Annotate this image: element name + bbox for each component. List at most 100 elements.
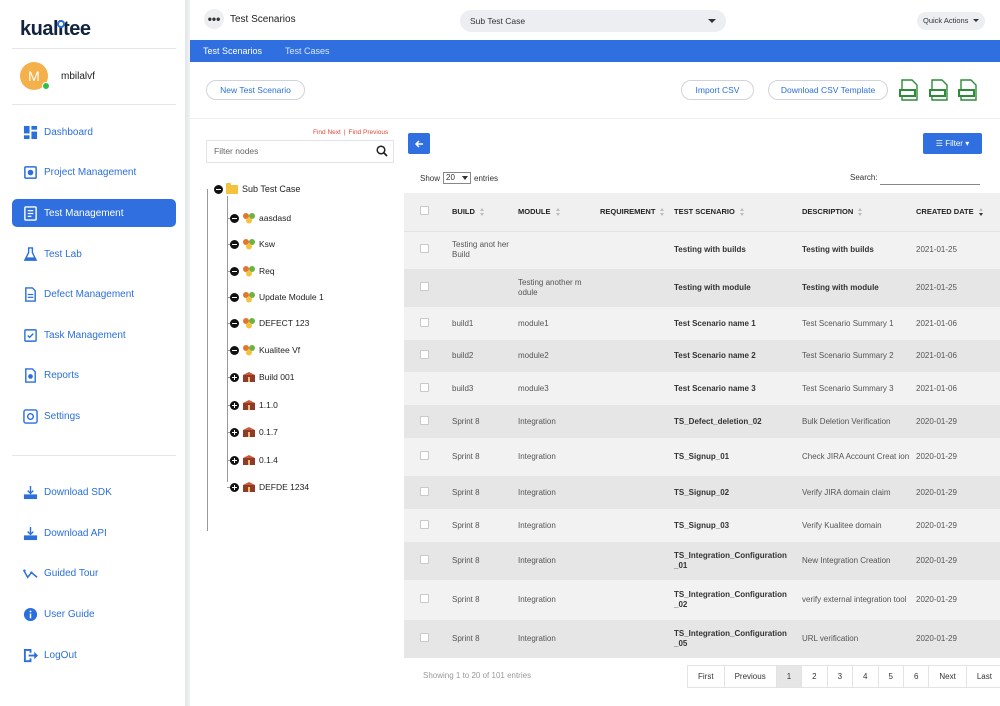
sidebar-item-test-lab[interactable]: Test Lab: [12, 240, 176, 268]
column-header-description[interactable]: DESCRIPTION: [796, 193, 910, 232]
sidebar-item-reports[interactable]: Reports: [12, 361, 176, 389]
context-select[interactable]: Sub Test Case: [460, 10, 726, 32]
collapse-icon[interactable]: [230, 292, 239, 302]
tree-root[interactable]: Sub Test Case: [214, 182, 300, 194]
more-options-button[interactable]: •••: [204, 9, 224, 29]
cell-test-scenario[interactable]: TS_Signup_03: [668, 509, 796, 542]
cell-test-scenario[interactable]: TS_Defect_deletion_02: [668, 405, 796, 438]
tree-node[interactable]: Kualitee Vf: [230, 344, 300, 356]
row-checkbox[interactable]: [420, 519, 429, 529]
cell-test-scenario[interactable]: Test Scenario name 2: [668, 340, 796, 372]
sidebar-item-test-management[interactable]: Test Management: [12, 199, 176, 227]
tree-node[interactable]: 0.1.7: [230, 426, 278, 438]
row-checkbox[interactable]: [420, 594, 429, 603]
import-csv-button[interactable]: Import CSV: [681, 80, 754, 100]
row-checkbox[interactable]: [420, 633, 429, 642]
page-button-2[interactable]: 2: [802, 666, 828, 687]
tree-node[interactable]: 1.1.0: [230, 399, 278, 411]
sidebar-item-user-guide[interactable]: User Guide: [12, 600, 176, 628]
cell-test-scenario[interactable]: TS_Integration_Configuration _01: [668, 542, 796, 580]
table-row[interactable]: Testing another m odule Testing with modu…: [404, 269, 1000, 307]
collapse-icon[interactable]: [214, 184, 223, 194]
row-checkbox[interactable]: [420, 244, 429, 254]
filter-button[interactable]: ☰ Filter ▾: [923, 133, 982, 154]
row-checkbox[interactable]: [420, 555, 429, 564]
search-input[interactable]: [880, 172, 980, 185]
download-csv-template-button[interactable]: Download CSV Template: [768, 80, 888, 100]
entries-select[interactable]: 20: [443, 172, 472, 184]
page-button-next[interactable]: Next: [929, 666, 967, 687]
collapse-icon[interactable]: [230, 318, 239, 328]
tab-test-scenarios[interactable]: Test Scenarios: [203, 46, 262, 56]
new-test-scenario-button[interactable]: New Test Scenario: [206, 80, 305, 100]
sidebar-item-task-management[interactable]: Task Management: [12, 321, 176, 349]
page-button-6[interactable]: 6: [904, 666, 930, 687]
sidebar-item-logout[interactable]: LogOut: [12, 641, 176, 669]
tree-node[interactable]: DEFECT 123: [230, 317, 309, 329]
cell-test-scenario[interactable]: Testing with builds: [668, 231, 796, 269]
page-button-last[interactable]: Last: [967, 666, 1000, 687]
table-row[interactable]: Sprint 8 Integration TS_Signup_01 Check JIR…: [404, 438, 1000, 476]
search-icon[interactable]: [376, 145, 388, 157]
export-csv-icon[interactable]: [898, 79, 920, 101]
tab-test-cases[interactable]: Test Cases: [285, 46, 330, 56]
cell-test-scenario[interactable]: Testing with module: [668, 269, 796, 307]
tree-node[interactable]: Ksw: [230, 238, 275, 250]
tree-node[interactable]: 0.1.4: [230, 454, 278, 466]
tree-node[interactable]: DEFDE 1234: [230, 481, 309, 493]
row-checkbox[interactable]: [420, 451, 429, 460]
table-row[interactable]: Sprint 8 Integration TS_Integration_Config…: [404, 620, 1000, 658]
row-checkbox[interactable]: [420, 350, 429, 359]
sidebar-item-project-management[interactable]: Project Management: [12, 158, 176, 186]
page-button-3[interactable]: 3: [828, 666, 854, 687]
row-checkbox[interactable]: [420, 282, 429, 291]
column-header-module[interactable]: MODULE: [512, 193, 594, 232]
table-row[interactable]: Sprint 8 Integration TS_Signup_02 Verify JI…: [404, 476, 1000, 509]
page-button-previous[interactable]: Previous: [725, 666, 777, 687]
row-checkbox[interactable]: [420, 317, 429, 327]
column-header-build[interactable]: BUILD: [446, 193, 512, 232]
page-button-1[interactable]: 1: [776, 666, 803, 687]
page-button-5[interactable]: 5: [879, 666, 904, 687]
sidebar-item-defect-management[interactable]: Defect Management: [12, 280, 176, 308]
cell-test-scenario[interactable]: TS_Integration_Configuration _05: [668, 620, 796, 658]
table-row[interactable]: Sprint 8 Integration TS_Integration_Config…: [404, 580, 1000, 620]
expand-icon[interactable]: [230, 482, 239, 492]
column-header-requirement[interactable]: REQUIREMENT: [594, 193, 668, 232]
tree-node[interactable]: aasdasd: [230, 212, 291, 224]
export-xls-icon[interactable]: [957, 79, 979, 101]
row-checkbox[interactable]: [420, 486, 429, 496]
logo[interactable]: kualitee: [20, 18, 91, 41]
collapse-icon[interactable]: [230, 266, 239, 276]
table-row[interactable]: Testing anot her Build Testing with build…: [404, 231, 1000, 269]
filter-nodes-input[interactable]: Filter nodes: [206, 140, 394, 163]
quick-actions-dropdown[interactable]: Quick Actions: [917, 12, 985, 30]
column-header-created-date[interactable]: CREATED DATE: [910, 193, 1000, 232]
expand-icon[interactable]: [230, 427, 239, 437]
table-row[interactable]: Sprint 8 Integration TS_Defect_deletion_02…: [404, 405, 1000, 438]
sidebar-item-download-sdk[interactable]: Download SDK: [12, 478, 176, 506]
export-excel-icon[interactable]: [928, 79, 950, 101]
collapse-icon[interactable]: [230, 345, 239, 355]
expand-icon[interactable]: [230, 372, 239, 382]
sidebar-item-dashboard[interactable]: Dashboard: [12, 118, 176, 146]
sidebar-item-settings[interactable]: Settings: [12, 402, 176, 430]
table-row[interactable]: Sprint 8 Integration TS_Signup_03 Verify Ku…: [404, 509, 1000, 542]
row-checkbox[interactable]: [420, 415, 429, 425]
table-row[interactable]: Sprint 8 Integration TS_Integration_Config…: [404, 542, 1000, 580]
collapse-icon[interactable]: [230, 213, 239, 223]
page-button-first[interactable]: First: [688, 666, 725, 687]
find-next-link[interactable]: Find Next: [313, 129, 341, 136]
table-row[interactable]: build3 module3 Test Scenario name 3 Test Sc…: [404, 372, 1000, 405]
table-row[interactable]: build2 module2 Test Scenario name 2 Test Sc…: [404, 340, 1000, 372]
row-checkbox[interactable]: [420, 382, 429, 392]
username[interactable]: mbilalvf: [61, 71, 95, 82]
sidebar-item-guided-tour[interactable]: Guided Tour: [12, 559, 176, 587]
expand-icon[interactable]: [230, 400, 239, 410]
tree-node[interactable]: Update Module 1: [230, 291, 324, 303]
select-all-checkbox[interactable]: [420, 206, 429, 216]
sidebar-item-download-api[interactable]: Download API: [12, 519, 176, 547]
find-previous-link[interactable]: Find Previous: [349, 129, 389, 136]
cell-test-scenario[interactable]: Test Scenario name 3: [668, 372, 796, 405]
tree-node[interactable]: Req: [230, 265, 275, 277]
